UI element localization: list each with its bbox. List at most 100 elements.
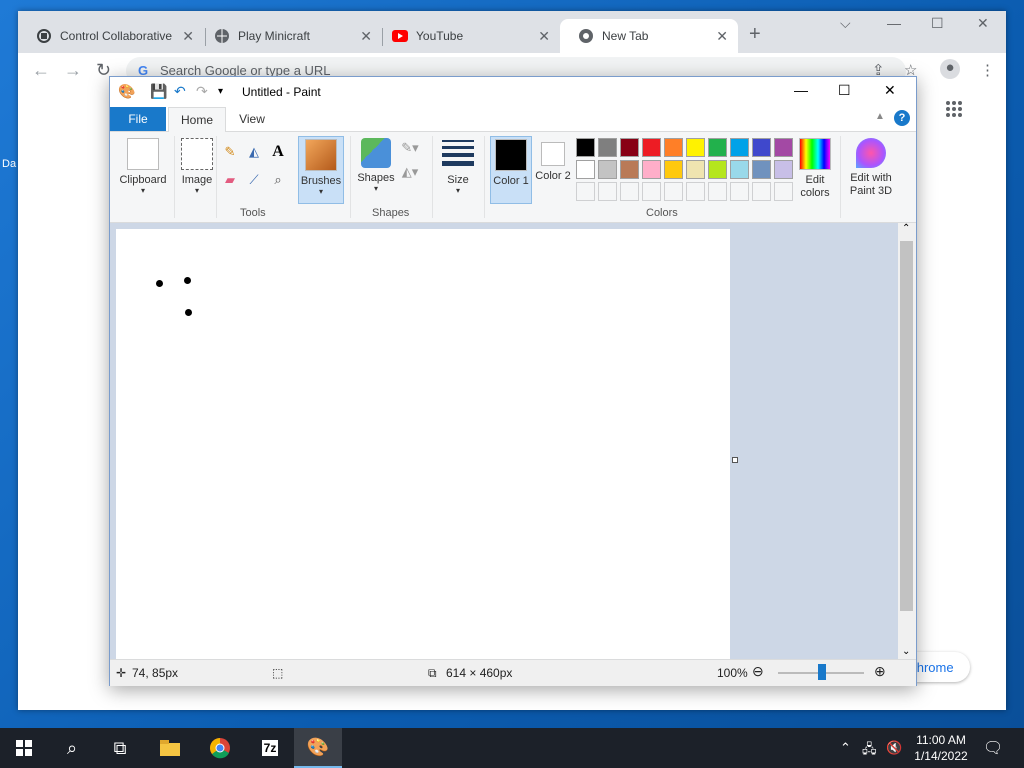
canvas-resize-handle[interactable]: [732, 457, 738, 463]
palette-swatch[interactable]: [664, 138, 683, 157]
clipboard-button[interactable]: Clipboard ▾: [118, 136, 168, 202]
clock[interactable]: 11:00 AM 1/14/2022: [906, 732, 976, 764]
eraser-icon[interactable]: ▰: [220, 170, 240, 190]
customize-qat-icon[interactable]: ▾: [218, 86, 223, 97]
text-tool-icon[interactable]: A: [268, 142, 288, 162]
tab-new-tab[interactable]: New Tab ✕: [560, 19, 738, 53]
brushes-button[interactable]: Brushes ▾: [298, 136, 344, 204]
custom-color-slot[interactable]: [730, 182, 749, 201]
scrollbar-thumb[interactable]: [900, 241, 913, 611]
palette-swatch[interactable]: [708, 138, 727, 157]
maximize-button[interactable]: ☐: [931, 15, 944, 32]
volume-muted-icon[interactable]: 🔇: [886, 740, 902, 756]
zoom-out-icon[interactable]: ⊖: [752, 663, 764, 680]
custom-color-slot[interactable]: [774, 182, 793, 201]
palette-swatch[interactable]: [774, 138, 793, 157]
forward-icon[interactable]: →: [64, 60, 82, 81]
custom-color-slot[interactable]: [708, 182, 727, 201]
chrome-menu-icon[interactable]: ⋮: [980, 61, 995, 79]
tab-control-collaborative[interactable]: Control Collaborative ✕: [18, 19, 204, 53]
custom-color-slot[interactable]: [642, 182, 661, 201]
close-tab-icon[interactable]: ✕: [360, 28, 372, 45]
search-icon[interactable]: ⌕: [48, 728, 96, 768]
image-button[interactable]: Image ▾: [178, 136, 216, 202]
7zip-icon[interactable]: 7z: [246, 728, 294, 768]
palette-swatch[interactable]: [708, 160, 727, 179]
zoom-in-icon[interactable]: ⊕: [874, 663, 886, 680]
edit-paint3d-button[interactable]: Edit with Paint 3D: [846, 136, 896, 202]
pencil-icon[interactable]: ✎: [220, 142, 240, 162]
close-tab-icon[interactable]: ✕: [538, 28, 550, 45]
show-hidden-icons[interactable]: ⌃: [840, 740, 851, 756]
fill-icon[interactable]: ◭▾: [400, 162, 420, 182]
palette-swatch[interactable]: [686, 138, 705, 157]
custom-color-slot[interactable]: [664, 182, 683, 201]
palette-swatch[interactable]: [752, 160, 771, 179]
paint-app-icon[interactable]: 🎨: [118, 83, 135, 100]
tab-view[interactable]: View: [228, 107, 276, 131]
custom-color-slot[interactable]: [752, 182, 771, 201]
fill-bucket-icon[interactable]: ◭: [244, 142, 264, 162]
palette-swatch[interactable]: [664, 160, 683, 179]
tab-play-minicraft[interactable]: Play Minicraft ✕: [196, 19, 382, 53]
chrome-taskbar-icon[interactable]: [196, 728, 244, 768]
task-view-icon[interactable]: ⧉: [96, 728, 144, 768]
close-window-button[interactable]: ✕: [977, 15, 989, 32]
zoom-slider-thumb[interactable]: [818, 664, 826, 680]
network-icon[interactable]: 🖧: [862, 740, 877, 762]
paint-maximize-button[interactable]: ☐: [838, 82, 851, 99]
palette-swatch[interactable]: [686, 160, 705, 179]
new-tab-button[interactable]: +: [749, 23, 761, 46]
palette-swatch[interactable]: [774, 160, 793, 179]
palette-swatch[interactable]: [642, 160, 661, 179]
start-button[interactable]: [0, 728, 48, 768]
tab-home[interactable]: Home: [168, 107, 226, 132]
palette-swatch[interactable]: [752, 138, 771, 157]
palette-swatch[interactable]: [576, 160, 595, 179]
minimize-button[interactable]: —: [887, 15, 901, 31]
close-tab-icon[interactable]: ✕: [716, 28, 728, 45]
custom-color-slot[interactable]: [576, 182, 595, 201]
back-icon[interactable]: ←: [32, 60, 50, 81]
palette-swatch[interactable]: [576, 138, 595, 157]
help-icon[interactable]: ?: [894, 110, 910, 126]
redo-icon[interactable]: ↷: [196, 83, 208, 100]
palette-swatch[interactable]: [642, 138, 661, 157]
tab-file[interactable]: File: [110, 107, 166, 131]
scroll-down-icon[interactable]: ⌄: [902, 646, 910, 657]
drawing-canvas[interactable]: [116, 229, 730, 659]
tab-search-icon[interactable]: ⌵: [840, 15, 851, 32]
custom-color-slot[interactable]: [598, 182, 617, 201]
notifications-icon[interactable]: 🗨: [983, 738, 1003, 758]
palette-swatch[interactable]: [620, 138, 639, 157]
color-picker-icon[interactable]: ⟋: [244, 170, 264, 190]
edit-colors-button[interactable]: Edit colors: [794, 136, 836, 202]
palette-swatch[interactable]: [598, 138, 617, 157]
magnifier-icon[interactable]: ⌕: [268, 170, 288, 190]
file-explorer-icon[interactable]: [146, 728, 194, 768]
vertical-scrollbar[interactable]: ⌃ ⌄: [898, 223, 916, 659]
save-icon[interactable]: 💾: [150, 83, 167, 100]
paint-minimize-button[interactable]: —: [794, 82, 808, 98]
outline-icon[interactable]: ✎▾: [400, 138, 420, 158]
google-apps-icon[interactable]: [946, 101, 962, 117]
paint-close-button[interactable]: ✕: [884, 82, 896, 99]
palette-swatch[interactable]: [620, 160, 639, 179]
undo-icon[interactable]: ↶: [174, 83, 186, 100]
color2-button[interactable]: Color 2: [534, 136, 572, 202]
color1-button[interactable]: Color 1: [490, 136, 532, 204]
custom-color-slot[interactable]: [620, 182, 639, 201]
scroll-up-icon[interactable]: ⌃: [902, 223, 910, 234]
custom-color-slot[interactable]: [686, 182, 705, 201]
paint-taskbar-icon[interactable]: 🎨: [294, 728, 342, 768]
palette-swatch[interactable]: [598, 160, 617, 179]
desktop-icon-label[interactable]: Da: [2, 158, 16, 170]
collapse-ribbon-icon[interactable]: ▲: [875, 111, 885, 122]
tab-youtube[interactable]: YouTube ✕: [374, 19, 560, 53]
profile-avatar-icon[interactable]: ●: [940, 59, 960, 79]
palette-swatch[interactable]: [730, 160, 749, 179]
size-button[interactable]: Size ▾: [438, 136, 478, 202]
palette-swatch[interactable]: [730, 138, 749, 157]
close-tab-icon[interactable]: ✕: [182, 28, 194, 45]
shapes-button[interactable]: Shapes ▾: [354, 136, 398, 202]
